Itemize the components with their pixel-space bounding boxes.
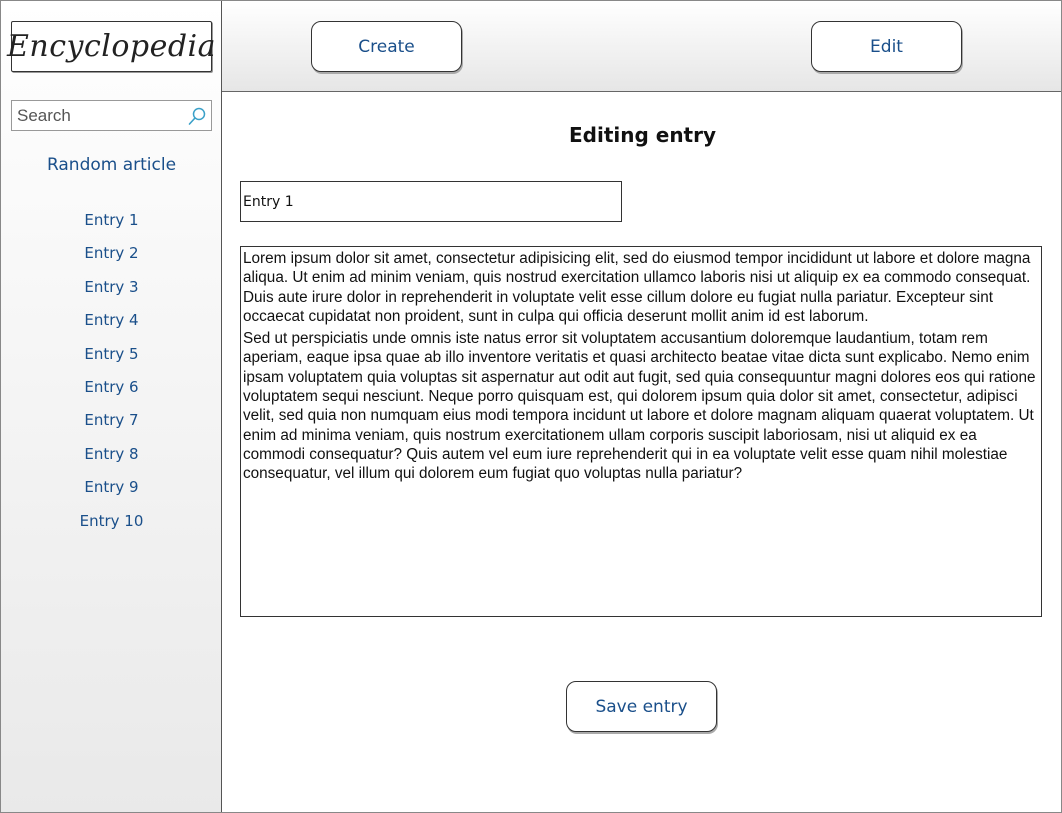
entry-title-input[interactable]	[240, 181, 622, 222]
sidebar: Encyclopedia Random article Entry 1 Entr…	[1, 1, 222, 812]
sidebar-entry-link[interactable]: Entry 3	[1, 278, 222, 311]
body-paragraph: Sed ut perspiciatis unde omnis iste natu…	[243, 330, 1036, 483]
search-icon[interactable]	[187, 106, 207, 126]
sidebar-entry-link[interactable]: Entry 8	[1, 445, 222, 478]
save-entry-button[interactable]: Save entry	[566, 681, 717, 732]
sidebar-entry-link[interactable]: Entry 5	[1, 345, 222, 378]
body-paragraph: Lorem ipsum dolor sit amet, consectetur …	[243, 250, 1031, 325]
sidebar-entry-link[interactable]: Entry 4	[1, 311, 222, 344]
search-input[interactable]	[12, 101, 182, 130]
random-article-link[interactable]: Random article	[1, 155, 222, 175]
sidebar-entry-link[interactable]: Entry 10	[1, 512, 222, 545]
search-box	[11, 100, 212, 131]
sidebar-entry-link[interactable]: Entry 1	[1, 211, 222, 244]
edit-button[interactable]: Edit	[811, 21, 962, 72]
sidebar-entry-link[interactable]: Entry 2	[1, 244, 222, 277]
create-button[interactable]: Create	[311, 21, 462, 72]
app-frame: Encyclopedia Random article Entry 1 Entr…	[0, 0, 1062, 813]
page-title: Editing entry	[568, 123, 717, 147]
entry-list: Entry 1 Entry 2 Entry 3 Entry 4 Entry 5 …	[1, 211, 222, 545]
sidebar-entry-link[interactable]: Entry 7	[1, 411, 222, 444]
sidebar-entry-link[interactable]: Entry 6	[1, 378, 222, 411]
logo: Encyclopedia	[7, 21, 216, 72]
sidebar-entry-link[interactable]: Entry 9	[1, 478, 222, 511]
top-toolbar: Create Edit	[222, 1, 1061, 92]
entry-body-textarea[interactable]: Lorem ipsum dolor sit amet, consectetur …	[240, 246, 1042, 617]
